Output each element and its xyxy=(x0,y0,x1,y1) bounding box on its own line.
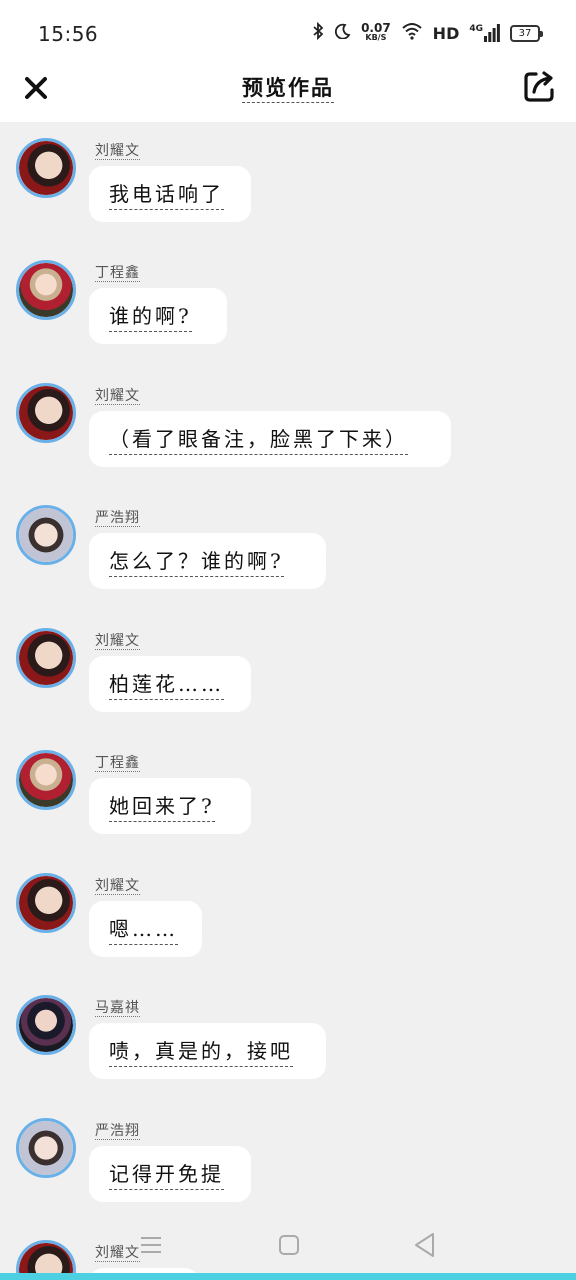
chat-message: 丁程鑫 她回来了? xyxy=(0,734,576,854)
chat-message: 刘耀文 我电话响了 xyxy=(0,122,576,242)
bottom-accent-bar xyxy=(0,1273,576,1280)
bluetooth-icon xyxy=(311,21,325,44)
message-bubble[interactable]: 她回来了? xyxy=(89,778,251,834)
chat-message: 丁程鑫 谁的啊? xyxy=(0,244,576,364)
chat-message: 严浩翔 记得开免提 xyxy=(0,1102,576,1222)
page-title: 预览作品 xyxy=(0,72,576,103)
chat-message: 刘耀文 （看了眼备注，脸黑了下来） xyxy=(0,367,576,487)
menu-icon xyxy=(141,1237,161,1253)
message-bubble[interactable]: （看了眼备注，脸黑了下来） xyxy=(89,411,451,467)
network-type: 4G xyxy=(469,24,483,34)
avatar[interactable] xyxy=(16,873,76,933)
home-button[interactable] xyxy=(278,1234,300,1256)
network-speed-unit: KB/S xyxy=(365,33,387,42)
status-icons: 0.07 KB/S HD 4G 37 xyxy=(311,21,543,44)
sender-name: 刘耀文 xyxy=(95,388,140,405)
wifi-icon xyxy=(401,22,423,44)
network-speed: 0.07 KB/S xyxy=(361,21,391,43)
avatar[interactable] xyxy=(16,383,76,443)
navigation-bar xyxy=(0,1222,576,1272)
signal-icon: 4G xyxy=(469,24,500,42)
sender-name: 丁程鑫 xyxy=(95,755,140,772)
chat-message: 马嘉祺 啧，真是的，接吧 xyxy=(0,979,576,1099)
network-speed-value: 0.07 xyxy=(361,21,391,35)
message-bubble[interactable]: 我电话响了 xyxy=(89,166,251,222)
moon-icon xyxy=(335,23,351,43)
avatar[interactable] xyxy=(16,260,76,320)
avatar[interactable] xyxy=(16,505,76,565)
message-bubble[interactable]: 柏莲花…… xyxy=(89,656,251,712)
message-bubble[interactable]: 啧，真是的，接吧 xyxy=(89,1023,326,1079)
avatar[interactable] xyxy=(16,750,76,810)
page-title-text: 预览作品 xyxy=(242,75,334,103)
back-button[interactable] xyxy=(413,1232,437,1258)
sender-name: 刘耀文 xyxy=(95,143,140,160)
avatar[interactable] xyxy=(16,138,76,198)
avatar[interactable] xyxy=(16,995,76,1055)
home-icon xyxy=(279,1235,299,1255)
sender-name: 严浩翔 xyxy=(95,510,140,527)
sender-name: 刘耀文 xyxy=(95,633,140,650)
message-bubble[interactable]: 记得开免提 xyxy=(89,1146,251,1202)
status-bar: 15:56 0.07 KB/S HD 4G 37 xyxy=(0,0,576,60)
share-icon xyxy=(524,71,554,102)
sender-name: 马嘉祺 xyxy=(95,1000,140,1017)
menu-button[interactable] xyxy=(140,1234,162,1256)
back-icon xyxy=(415,1233,434,1257)
header-bar: 预览作品 xyxy=(0,60,576,122)
battery-icon: 37 xyxy=(510,24,543,42)
status-time: 15:56 xyxy=(38,22,99,46)
sender-name: 丁程鑫 xyxy=(95,265,140,282)
share-button[interactable] xyxy=(520,68,558,106)
sender-name: 刘耀文 xyxy=(95,878,140,895)
chat-message: 严浩翔 怎么了？谁的啊? xyxy=(0,489,576,609)
avatar[interactable] xyxy=(16,628,76,688)
chat-list[interactable]: 刘耀文 我电话响了 丁程鑫 谁的啊? 刘耀文 （看了眼备注，脸黑了下来） 严浩翔… xyxy=(0,122,576,1280)
hd-indicator: HD xyxy=(432,23,460,43)
chat-message: 刘耀文 嗯…… xyxy=(0,857,576,977)
sender-name: 严浩翔 xyxy=(95,1123,140,1140)
avatar[interactable] xyxy=(16,1118,76,1178)
message-bubble[interactable]: 嗯…… xyxy=(89,901,202,957)
chat-message: 刘耀文 柏莲花…… xyxy=(0,612,576,732)
message-bubble[interactable]: 谁的啊? xyxy=(89,288,227,344)
message-bubble[interactable]: 怎么了？谁的啊? xyxy=(89,533,326,589)
